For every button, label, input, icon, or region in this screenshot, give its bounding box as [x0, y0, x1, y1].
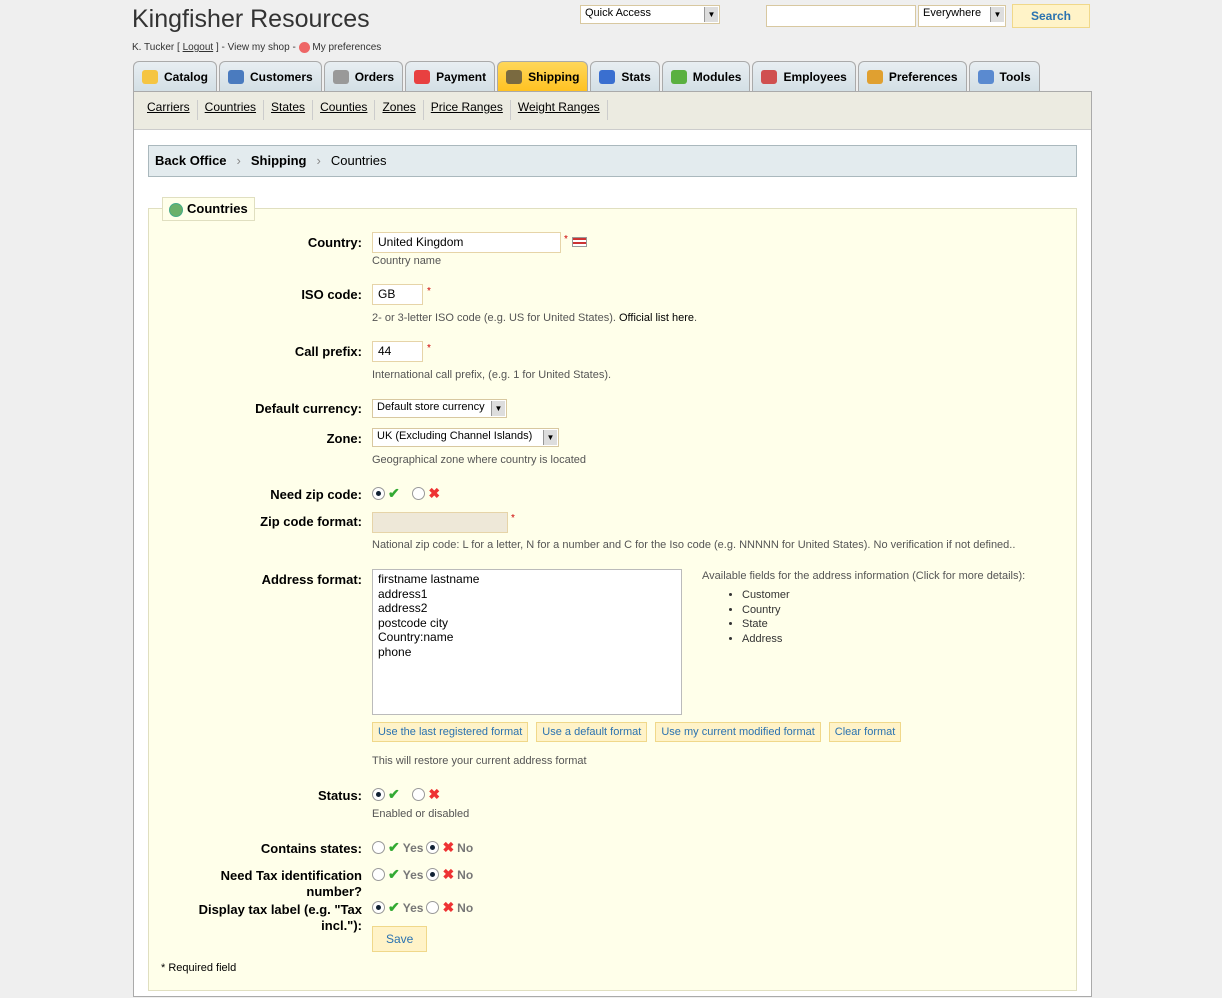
tax-id-yes-radio[interactable]	[372, 868, 385, 881]
yes-label: Yes	[402, 900, 424, 915]
country-hint: Country name	[372, 255, 442, 267]
required-mark: *	[427, 286, 431, 297]
address-format-label: Address format:	[261, 572, 362, 587]
states-no-radio[interactable]	[426, 841, 440, 854]
status-radio-group: ✔ ✖	[372, 786, 440, 803]
tax-id-radio-group: ✔ Yes ✖ No	[372, 866, 473, 883]
no-label: No	[457, 840, 474, 855]
required-field-note: * Required field	[161, 962, 237, 974]
save-button[interactable]: Save	[372, 926, 428, 952]
check-icon: ✔	[388, 899, 400, 915]
available-fields-list: Customer Country State Address	[704, 588, 790, 646]
currency-value: Default store currency	[377, 401, 485, 413]
check-icon: ✔	[388, 485, 400, 501]
currency-label: Default currency:	[255, 401, 362, 416]
tax-label-radio-group: ✔ Yes ✖ No	[372, 899, 473, 916]
cross-icon: ✖	[442, 899, 455, 915]
zip-yes-radio[interactable]	[372, 487, 385, 500]
contains-states-radio-group: ✔ Yes ✖ No	[372, 839, 473, 856]
required-mark: *	[564, 234, 568, 245]
form-fields: Country: United Kingdom * Country name I…	[133, 91, 1092, 997]
no-label: No	[457, 867, 474, 882]
zip-no-radio[interactable]	[412, 487, 426, 500]
iso-input[interactable]: GB	[372, 284, 423, 305]
zone-hint: Geographical zone where country is locat…	[372, 454, 587, 466]
prefix-hint: International call prefix, (e.g. 1 for U…	[372, 369, 612, 381]
status-enabled-radio[interactable]	[372, 788, 385, 801]
field-country[interactable]: Country	[742, 603, 790, 618]
prefix-label: Call prefix:	[294, 344, 362, 359]
cross-icon: ✖	[442, 866, 455, 882]
address-format-buttons: Use the last registered format Use a def…	[372, 722, 902, 742]
field-customer[interactable]: Customer	[742, 588, 790, 603]
check-icon: ✔	[388, 866, 400, 882]
language-flag-icon[interactable]	[572, 237, 587, 247]
zone-value: UK (Excluding Channel Islands)	[377, 430, 533, 442]
use-last-format-button[interactable]: Use the last registered format	[372, 722, 529, 742]
currency-select[interactable]: Default store currency ▼	[372, 399, 507, 418]
zone-select[interactable]: UK (Excluding Channel Islands) ▼	[372, 428, 559, 447]
zip-label: Need zip code:	[270, 487, 362, 502]
zone-label: Zone:	[326, 431, 362, 446]
chevron-down-icon: ▼	[543, 430, 557, 445]
field-address[interactable]: Address	[742, 632, 790, 647]
chevron-down-icon: ▼	[491, 401, 505, 416]
tax-label-no-radio[interactable]	[426, 901, 440, 914]
iso-label: ISO code:	[301, 287, 362, 302]
status-label: Status:	[317, 788, 362, 803]
cross-icon: ✖	[428, 485, 441, 501]
zip-format-hint: National zip code: L for a letter, N for…	[372, 539, 1016, 551]
iso-hint: 2- or 3-letter ISO code (e.g. US for Uni…	[372, 312, 616, 324]
need-zip-radio-group: ✔ ✖	[372, 485, 440, 502]
tax-label-label: Display tax label (e.g. "Tax incl."):	[198, 902, 362, 933]
cross-icon: ✖	[442, 839, 455, 855]
tax-id-label: Need Tax identification number?	[220, 868, 362, 899]
contains-states-label: Contains states:	[260, 841, 362, 856]
zip-format-label: Zip code format:	[260, 514, 362, 529]
country-label: Country:	[307, 235, 362, 250]
no-label: No	[457, 900, 474, 915]
check-icon: ✔	[388, 786, 400, 802]
check-icon: ✔	[388, 839, 400, 855]
tax-label-yes-radio[interactable]	[372, 901, 385, 914]
official-list-link[interactable]: Official list here	[619, 312, 694, 324]
call-prefix-input[interactable]: 44	[372, 341, 423, 362]
required-mark: *	[511, 513, 515, 524]
states-yes-radio[interactable]	[372, 841, 385, 854]
required-mark: *	[427, 343, 431, 354]
status-disabled-radio[interactable]	[412, 788, 426, 801]
country-input[interactable]: United Kingdom	[372, 232, 561, 253]
use-default-format-button[interactable]: Use a default format	[536, 722, 648, 742]
zip-format-input[interactable]	[372, 512, 508, 533]
status-hint: Enabled or disabled	[372, 808, 470, 820]
address-format-textarea[interactable]: firstname lastname address1 address2 pos…	[372, 569, 682, 715]
yes-label: Yes	[402, 867, 424, 882]
cross-icon: ✖	[428, 786, 441, 802]
restore-hint: This will restore your current address f…	[372, 755, 587, 767]
available-fields-title: Available fields for the address informa…	[702, 570, 1026, 582]
clear-format-button[interactable]: Clear format	[828, 722, 902, 742]
use-modified-format-button[interactable]: Use my current modified format	[655, 722, 821, 742]
yes-label: Yes	[402, 840, 424, 855]
field-state[interactable]: State	[742, 617, 790, 632]
tax-id-no-radio[interactable]	[426, 868, 440, 881]
